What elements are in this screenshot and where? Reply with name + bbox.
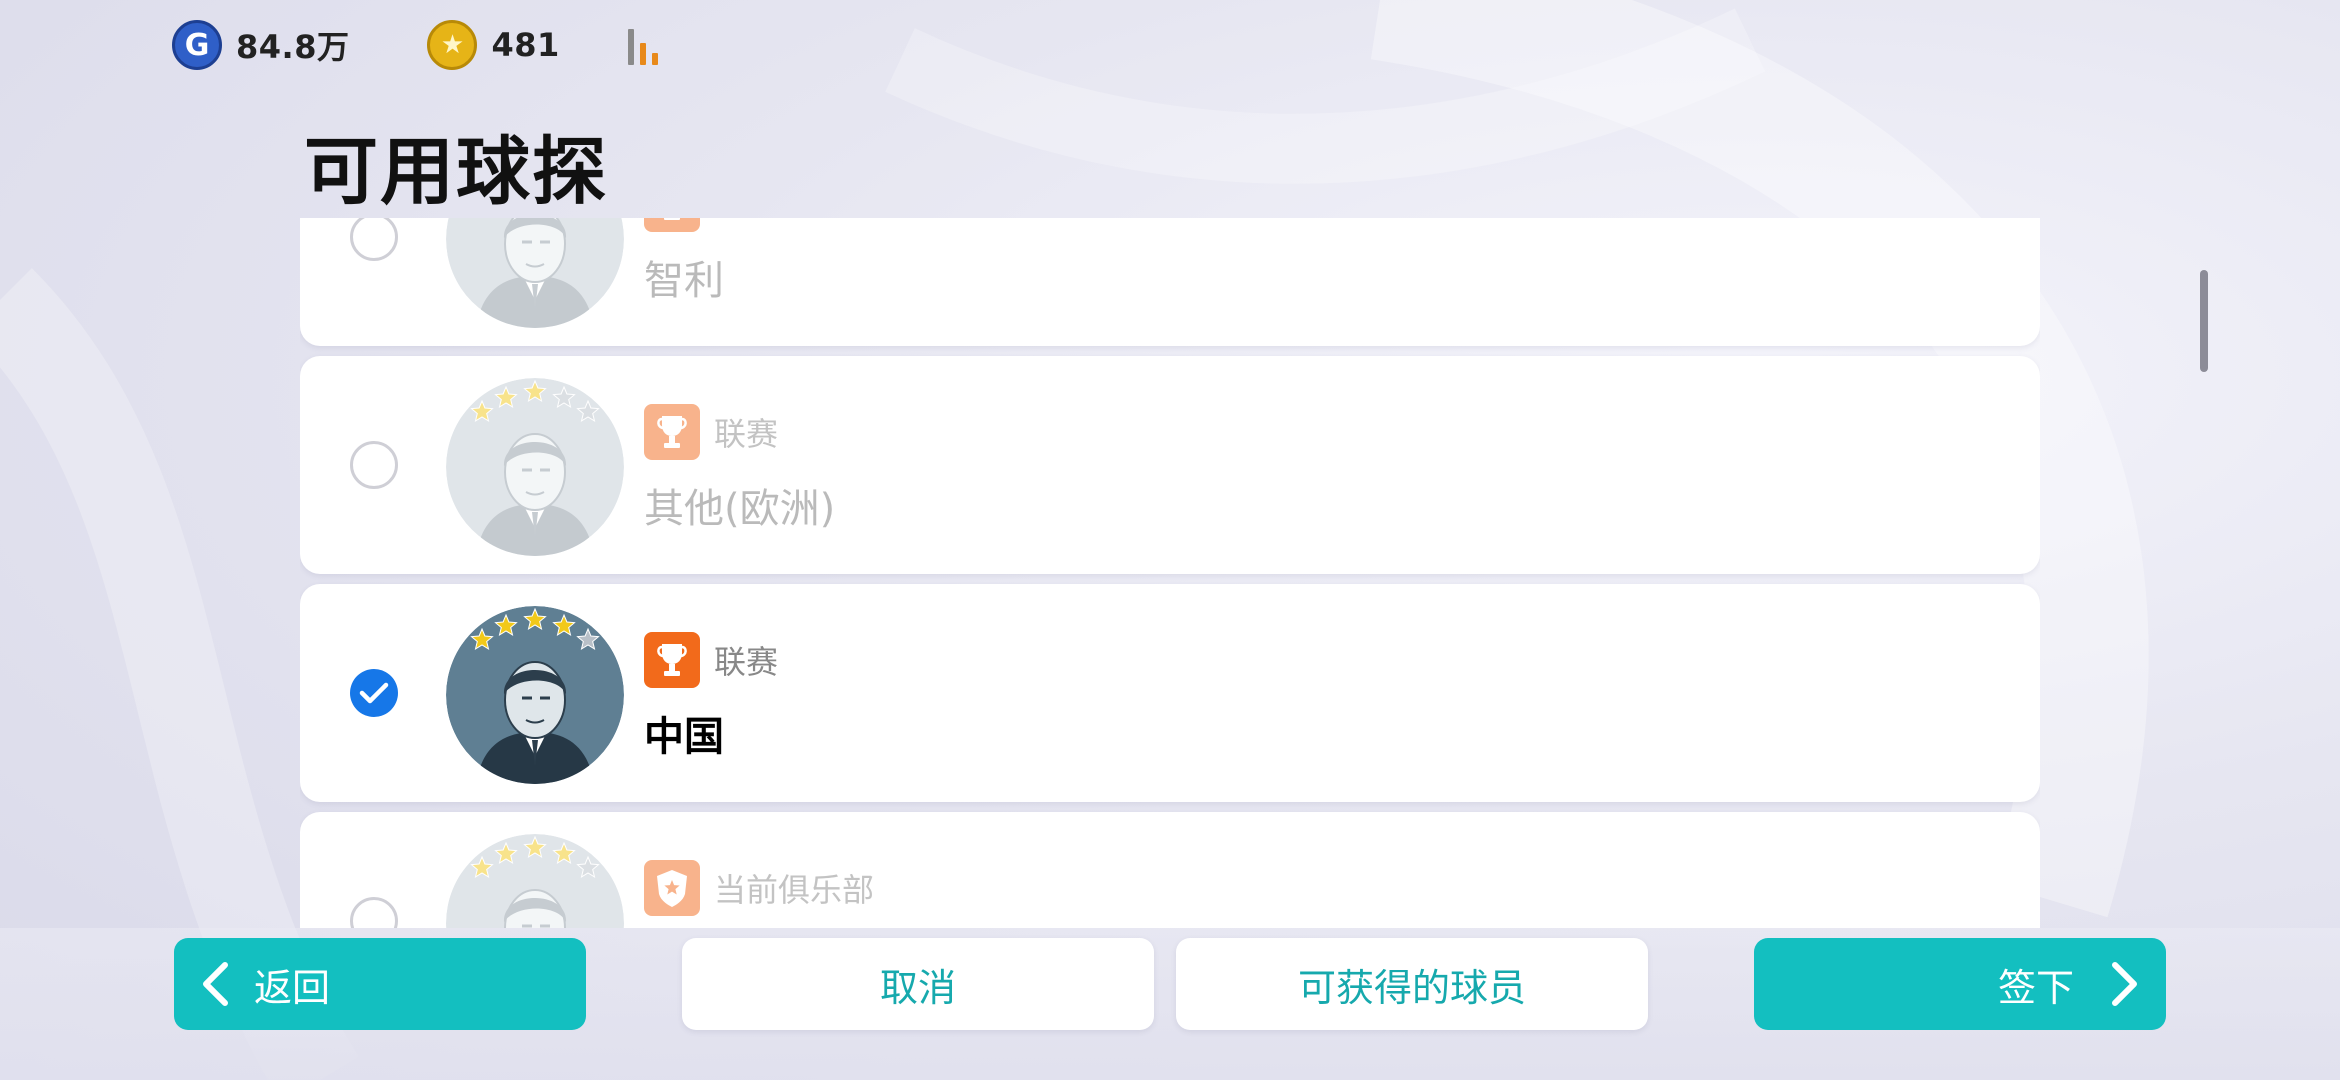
- cancel-button-label: 取消: [879, 965, 956, 1010]
- scout-avatar: [446, 378, 624, 556]
- sign-button-label: 签下: [1997, 965, 2074, 1010]
- scout-meta: 当前俱乐部略夫雷加特 蓝白: [644, 860, 937, 928]
- scout-card[interactable]: 智利: [300, 218, 2040, 346]
- scout-tag-label: 当前俱乐部: [714, 871, 875, 909]
- scout-tag: 联赛: [644, 404, 835, 460]
- back-button-label: 返回: [254, 965, 331, 1010]
- scout-tag-label: 联赛: [714, 415, 779, 453]
- page-title: 可用球探: [304, 129, 608, 215]
- scout-tag: 联赛: [644, 632, 778, 688]
- list-scrollbar[interactable]: [2200, 270, 2208, 372]
- chevron-left-icon: [203, 962, 228, 1006]
- coin-value: 481: [491, 26, 560, 64]
- scout-meta: 联赛其他(欧洲): [644, 404, 835, 534]
- scout-avatar: [446, 834, 624, 928]
- scout-list[interactable]: 智利联赛其他(欧洲)联赛中国当前俱乐部略夫雷加特 蓝白: [300, 218, 2040, 928]
- available-players-button-label: 可获得的球员: [1297, 965, 1526, 1010]
- cancel-button[interactable]: 取消: [682, 938, 1154, 1030]
- radio-unchecked[interactable]: [350, 897, 398, 928]
- scout-meta: 智利: [644, 218, 724, 306]
- scout-avatar: [446, 218, 624, 328]
- scout-tag-label: 联赛: [714, 643, 779, 681]
- gp-value: 84.8万: [236, 28, 350, 66]
- radio-checked[interactable]: [350, 669, 398, 717]
- coin-icon: ★: [427, 20, 478, 70]
- scout-tag: [644, 218, 724, 232]
- scout-card[interactable]: 联赛中国: [300, 584, 2040, 802]
- trophy-icon: [644, 218, 700, 232]
- trophy-icon: [644, 632, 700, 688]
- shield-star-icon: [644, 860, 700, 916]
- radio-unchecked[interactable]: [350, 441, 398, 489]
- gp-icon: G: [172, 20, 222, 70]
- chevron-right-icon: [2112, 962, 2137, 1006]
- scout-name: 智利: [644, 258, 724, 304]
- currency-bar: G 84.8万 ★ 481: [172, 18, 664, 72]
- gp-balance: G 84.8万: [172, 20, 349, 70]
- coin-balance: ★ 481: [427, 20, 559, 70]
- scout-card[interactable]: 联赛其他(欧洲): [300, 356, 2040, 574]
- scout-name: 其他(欧洲): [644, 486, 836, 532]
- scout-tag: 当前俱乐部: [644, 860, 937, 916]
- radio-unchecked[interactable]: [350, 218, 398, 261]
- scout-meta: 联赛中国: [644, 632, 778, 762]
- available-players-button[interactable]: 可获得的球员: [1176, 938, 1648, 1030]
- scout-card[interactable]: 当前俱乐部略夫雷加特 蓝白: [300, 812, 2040, 928]
- signal-bars-icon: [627, 25, 664, 65]
- back-button[interactable]: 返回: [174, 938, 586, 1030]
- sign-button[interactable]: 签下: [1754, 938, 2166, 1030]
- scout-name: 中国: [644, 714, 724, 760]
- scout-avatar: [446, 606, 624, 784]
- checkmark-icon: [359, 682, 389, 704]
- trophy-icon: [644, 404, 700, 460]
